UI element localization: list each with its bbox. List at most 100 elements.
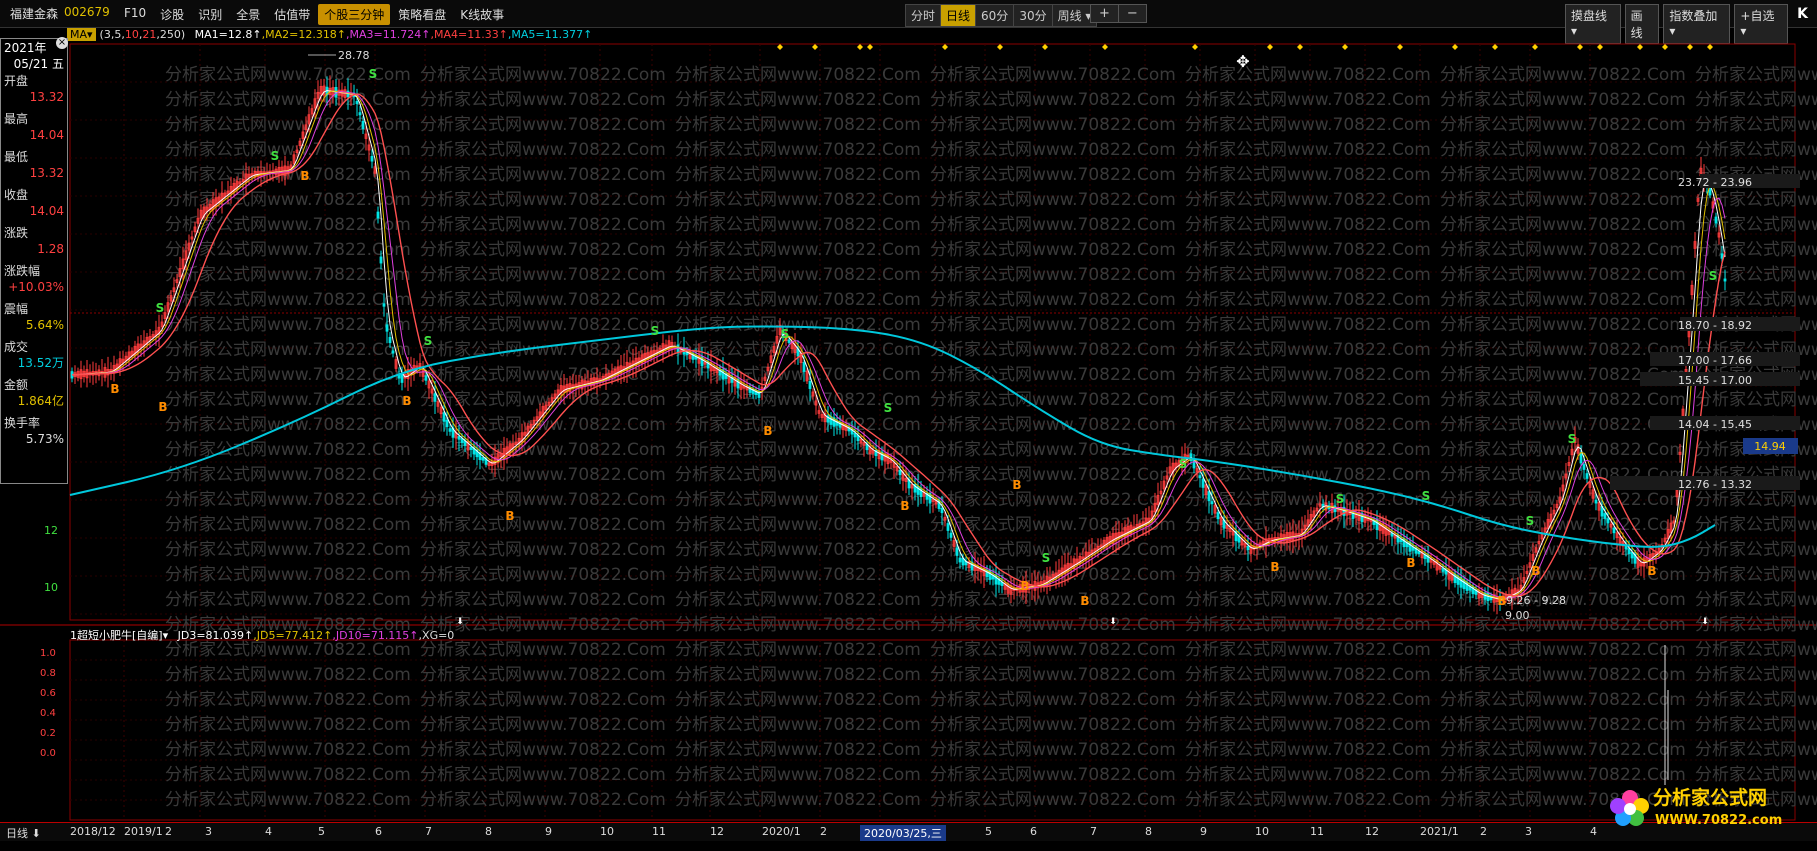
date-label: 11	[652, 825, 666, 838]
candle-body	[181, 258, 185, 270]
candle-body	[166, 302, 170, 312]
candle-body	[229, 186, 233, 195]
y-tick: 12	[44, 524, 58, 537]
top-toolbar: 福建金森 002679 F10 诊股 识别 全景 估值带 个股三分钟 策略看盘 …	[0, 0, 1817, 44]
candle-body	[574, 383, 578, 389]
index-overlay-button[interactable]: 指数叠加 ▾	[1663, 4, 1731, 44]
candle-body	[769, 355, 773, 364]
watermark-text: 分析家公式网www.70822.Com	[420, 665, 666, 685]
candle-body	[1354, 512, 1358, 518]
candle-body	[1363, 513, 1367, 523]
candle-body	[1219, 516, 1223, 526]
candle-body	[1435, 559, 1439, 571]
candle-body	[1717, 232, 1721, 238]
candle-body	[70, 371, 74, 379]
candle-body	[1561, 484, 1565, 492]
candle-body	[241, 179, 245, 183]
logo-title: 分析家公式网	[1653, 786, 1767, 809]
close-icon[interactable]: ×	[56, 37, 68, 49]
watermark-text: 分析家公式网www.70822.Com	[675, 665, 921, 685]
candle-body	[1141, 521, 1145, 526]
touch-line-button[interactable]: 摸盘线 ▾	[1565, 4, 1621, 44]
candle-body	[346, 90, 350, 98]
tab-30min[interactable]: 30分	[1013, 4, 1053, 27]
candle-body	[1360, 512, 1364, 522]
watermark-text: 分析家公式网www.70822.Com	[1695, 290, 1817, 310]
candle-body	[1051, 574, 1055, 580]
candle-body	[1018, 584, 1022, 593]
menu-strategy[interactable]: 策略看盘	[392, 4, 452, 25]
draw-line-button[interactable]: 画线	[1624, 4, 1660, 44]
candle-body	[775, 335, 779, 344]
menu-identify[interactable]: 识别	[192, 4, 228, 25]
date-axis: 日线 ⬇ 2018/12 2019/1 2 3 4 5 6 7 8 9 10 11 12 2020/1 2 2…	[0, 822, 1817, 841]
candle-body	[157, 326, 161, 335]
watermark-text: 分析家公式网www.70822.Com	[1440, 640, 1686, 660]
watermark-text: 分析家公式网www.70822.Com	[675, 765, 921, 785]
watermark-text: 分析家公式网www.70822.Com	[675, 415, 921, 435]
candle-body	[934, 500, 938, 505]
candle-body	[172, 287, 176, 293]
ma-menu-button[interactable]: MA▾	[67, 28, 96, 41]
range-label: 12.76 - 13.32	[1678, 478, 1752, 491]
menu-f10[interactable]: F10	[118, 4, 152, 25]
ma4-line	[71, 93, 1726, 597]
tab-60min[interactable]: 60分	[975, 4, 1015, 27]
tab-daily[interactable]: 日线	[940, 4, 977, 27]
kline-icon[interactable]: K	[1792, 4, 1813, 44]
watermark-text: 分析家公式网www.70822.Com	[1185, 415, 1431, 435]
watermark-text: 分析家公式网www.70822.Com	[165, 115, 411, 135]
site-logo: 分析家公式网 WWW.70822.com	[1610, 786, 1782, 828]
candle-body	[1063, 564, 1067, 575]
watermark-text: 分析家公式网www.70822.Com	[675, 790, 921, 810]
candle-body	[1252, 546, 1256, 550]
candle-body	[841, 422, 845, 431]
date-label: 9	[1200, 825, 1207, 838]
watermark-text: 分析家公式网www.70822.Com	[930, 665, 1176, 685]
candle-body	[1645, 557, 1649, 563]
watermark-text: 分析家公式网www.70822.Com	[420, 740, 666, 760]
zoom-in-button[interactable]: +	[1090, 4, 1119, 23]
watermark-text: 分析家公式网www.70822.Com	[165, 665, 411, 685]
period-switch-button[interactable]: 日线 ⬇	[6, 825, 41, 841]
candle-body	[286, 166, 290, 175]
menu-valuation[interactable]: 估值带	[268, 4, 316, 25]
zoom-out-button[interactable]: −	[1117, 4, 1147, 23]
add-watchlist-button[interactable]: +自选 ▾	[1734, 4, 1789, 44]
watermark-text: 分析家公式网www.70822.Com	[675, 140, 921, 160]
candle-body	[1042, 580, 1046, 585]
watermark-text: 分析家公式网www.70822.Com	[930, 715, 1176, 735]
candle-body	[1552, 509, 1556, 515]
watermark-text: 分析家公式网www.70822.Com	[930, 440, 1176, 460]
sub-y-tick: 0.6	[40, 688, 56, 699]
candle-body	[1150, 510, 1154, 520]
range-label: 15.45 - 17.00	[1678, 374, 1752, 387]
watermark-text: 分析家公式网www.70822.Com	[675, 440, 921, 460]
menu-three-minutes[interactable]: 个股三分钟	[318, 4, 391, 25]
watermark-text: 分析家公式网www.70822.Com	[1440, 140, 1686, 160]
candle-body	[910, 484, 914, 489]
menu-diagnose[interactable]: 诊股	[154, 4, 190, 25]
candle-body	[1114, 532, 1118, 542]
kline-chart[interactable]: 分析家公式网www.70822.Com 分析家公式网www.70822.Com 分析…	[0, 0, 1817, 851]
candle-body	[706, 361, 710, 369]
date-label: 2	[165, 825, 172, 838]
watermark-text: 分析家公式网www.70822.Com	[1695, 665, 1817, 685]
candle-body	[1456, 575, 1460, 585]
candle-body	[679, 349, 683, 352]
candle-body	[1486, 592, 1490, 602]
menu-panorama[interactable]: 全景	[230, 4, 266, 25]
candle-body	[721, 369, 725, 380]
menu-kline-story[interactable]: K线故事	[454, 4, 510, 25]
candle-body	[1492, 594, 1496, 603]
event-diamond-icon	[777, 44, 783, 50]
watermark-text: 分析家公式网www.70822.Com	[165, 690, 411, 710]
candle-body	[442, 412, 446, 422]
candle-body	[514, 441, 518, 445]
indicator-selector[interactable]: 1超短小肥牛[自编]▾	[70, 629, 168, 642]
candle-body	[223, 192, 227, 198]
candle-body	[409, 368, 413, 375]
change-value: 1.28	[37, 242, 64, 256]
tab-intraday[interactable]: 分时	[905, 4, 942, 27]
candle-body	[436, 401, 440, 407]
